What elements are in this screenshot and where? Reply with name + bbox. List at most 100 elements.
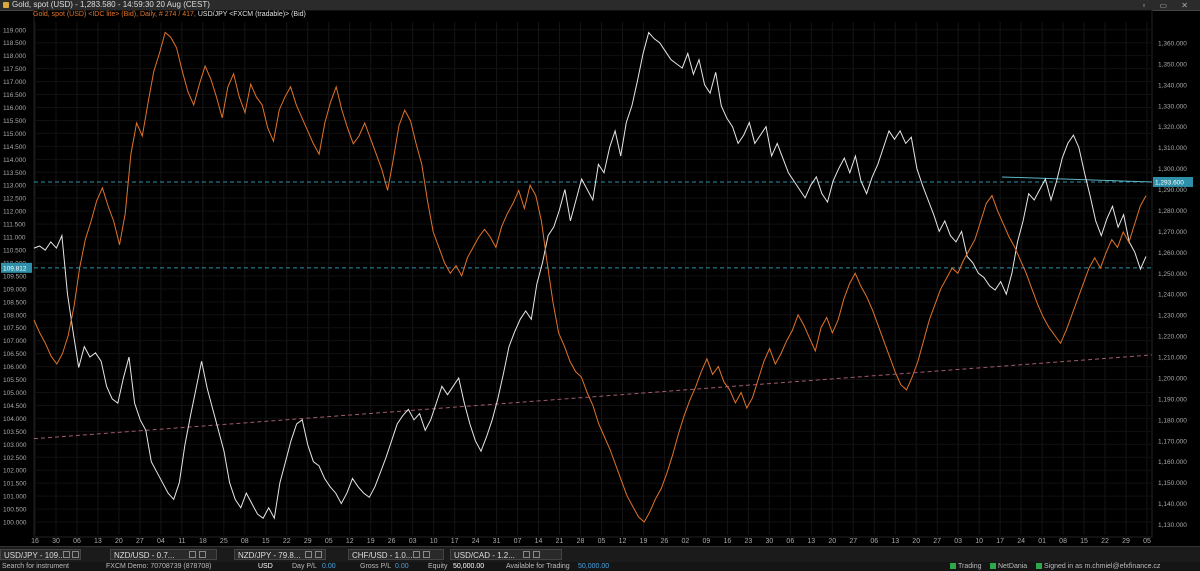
- status-bar: Search for instrument FXCM Demo: 7070873…: [0, 562, 1200, 571]
- y-left-tick-label: 116.500: [3, 92, 26, 99]
- y-left-tick-label: 105.000: [3, 390, 27, 397]
- gold-icon: [3, 2, 9, 8]
- x-tick-label: 08: [241, 538, 249, 545]
- x-tick-label: 09: [702, 538, 710, 545]
- y-right-tick-label: 1,250.000: [1158, 271, 1187, 278]
- plot-area: [33, 10, 1153, 538]
- y-left-tick-label: 113.500: [3, 170, 26, 177]
- y-left-tick-label: 107.000: [3, 338, 27, 345]
- y-left-tick-label: 119.000: [3, 27, 26, 34]
- y-right-tick-label: 1,230.000: [1158, 313, 1187, 320]
- x-tick-label: 08: [1059, 538, 1067, 545]
- x-tick-label: 10: [430, 538, 438, 545]
- y-right-tick-label: 1,190.000: [1158, 396, 1187, 403]
- y-left-tick-label: 104.000: [3, 416, 27, 423]
- close-icon[interactable]: [423, 551, 430, 558]
- x-tick-label: 01: [1038, 538, 1046, 545]
- x-tick-label: 02: [682, 538, 690, 545]
- restore-icon[interactable]: [413, 551, 420, 558]
- x-tick-label: 15: [262, 538, 270, 545]
- trading-status: Trading: [950, 562, 981, 571]
- search-input[interactable]: Search for instrument: [2, 562, 69, 571]
- y-left-tick-label: 114.500: [3, 144, 26, 151]
- y-right-tick-label: 1,140.000: [1158, 501, 1187, 508]
- y-right-tick-label: 1,130.000: [1158, 522, 1187, 529]
- y-right-tick-label: 1,270.000: [1158, 229, 1187, 236]
- close-icon[interactable]: [315, 551, 322, 558]
- equity-value: 50,000.00: [453, 563, 485, 570]
- netdania-status: NetDania: [990, 562, 1027, 571]
- x-tick-label: 30: [765, 538, 773, 545]
- x-tick-label: 23: [744, 538, 752, 545]
- x-tick-label: 27: [136, 538, 144, 545]
- x-tick-label: 11: [178, 538, 185, 545]
- y-left-tick-label: 103.000: [3, 442, 27, 449]
- x-tick-label: 26: [388, 538, 396, 545]
- x-tick-label: 19: [367, 538, 375, 545]
- status-dot-icon: [990, 563, 996, 570]
- price-marker-right-label: 1,293.600: [1155, 179, 1184, 186]
- y-left-tick-label: 100.000: [3, 520, 27, 527]
- y-left-tick-label: 101.500: [3, 481, 27, 488]
- x-tick-label: 25: [220, 538, 228, 545]
- x-tick-label: 29: [1122, 538, 1130, 545]
- gross-pl-label: Gross P/L: [360, 563, 392, 570]
- x-tick-label: 14: [535, 538, 543, 545]
- tab-usdcad[interactable]: USD/CAD - 1.2...: [450, 549, 562, 560]
- restore-icon[interactable]: [523, 551, 530, 558]
- y-left-tick-label: 106.500: [3, 351, 27, 358]
- y-left-tick-label: 118.500: [3, 40, 26, 47]
- x-tick-label: 07: [514, 538, 522, 545]
- x-tick-label: 19: [640, 538, 648, 545]
- available-value: 50,000.00: [578, 563, 610, 570]
- x-tick-label: 05: [325, 538, 333, 545]
- y-left-tick-label: 102.000: [3, 468, 27, 475]
- chart[interactable]: 16 30 06 13 20 27 04 11 18 25 08 15 22 29 05 12 19 26 03 10…: [0, 10, 1200, 546]
- price-marker-left-label: 109.812: [3, 265, 27, 272]
- x-tick-label: 12: [619, 538, 627, 545]
- x-tick-label: 17: [451, 538, 459, 545]
- restore-icon[interactable]: [305, 551, 312, 558]
- x-tick-label: 20: [912, 538, 920, 545]
- x-tick-label: 10: [975, 538, 983, 545]
- close-icon[interactable]: [72, 551, 79, 558]
- y-right-tick-label: 1,310.000: [1158, 145, 1187, 152]
- y-left-tick-label: 117.500: [3, 66, 26, 73]
- x-tick-label: 18: [199, 538, 207, 545]
- x-tick-label: 29: [304, 538, 312, 545]
- y-right-tick-label: 1,290.000: [1158, 187, 1187, 194]
- close-icon[interactable]: [199, 551, 206, 558]
- tab-chfusd[interactable]: CHF/USD - 1.0...: [348, 549, 444, 560]
- y-right-tick-label: 1,320.000: [1158, 124, 1187, 131]
- x-tick-label: 27: [849, 538, 857, 545]
- tab-nzdjpy[interactable]: NZD/JPY - 79.8...: [234, 549, 326, 560]
- window-title: Gold, spot (USD) - 1,283.580 - 14:59:30 …: [12, 0, 210, 9]
- legend-gold: Gold, spot (USD) <IDC lite> (Bid), Daily…: [33, 11, 196, 18]
- y-right-tick-label: 1,150.000: [1158, 480, 1187, 487]
- x-tick-label: 20: [828, 538, 836, 545]
- y-left-tick-label: 104.500: [3, 403, 27, 410]
- y-left-tick-label: 118.000: [3, 53, 26, 60]
- y-left-tick-label: 112.000: [3, 209, 26, 216]
- tab-usdjpy[interactable]: USD/JPY - 109...: [0, 549, 81, 560]
- x-tick-label: 24: [472, 538, 480, 545]
- close-icon[interactable]: [533, 551, 540, 558]
- day-pl-label: Day P/L: [292, 563, 317, 570]
- x-tick-label: 27: [933, 538, 941, 545]
- y-right-tick-label: 1,240.000: [1158, 292, 1187, 299]
- y-left-tick-label: 108.000: [3, 312, 27, 319]
- x-tick-label: 03: [954, 538, 962, 545]
- x-tick-label: 06: [73, 538, 81, 545]
- available-label: Available for Trading: [506, 563, 570, 570]
- tab-nzdusd[interactable]: NZD/USD - 0.7...: [110, 549, 217, 560]
- equity-label: Equity: [428, 563, 448, 570]
- y-left-tick-label: 117.000: [3, 79, 26, 86]
- y-left-tick-label: 109.000: [3, 286, 27, 293]
- x-tick-label: 04: [157, 538, 165, 545]
- x-tick-label: 26: [661, 538, 669, 545]
- restore-icon[interactable]: [63, 551, 70, 558]
- y-left-tick-label: 115.500: [3, 118, 26, 125]
- instrument-tabs: USD/JPY - 109... NZD/USD - 0.7... NZD/JP…: [0, 546, 1200, 562]
- y-right-tick-label: 1,220.000: [1158, 334, 1187, 341]
- restore-icon[interactable]: [189, 551, 196, 558]
